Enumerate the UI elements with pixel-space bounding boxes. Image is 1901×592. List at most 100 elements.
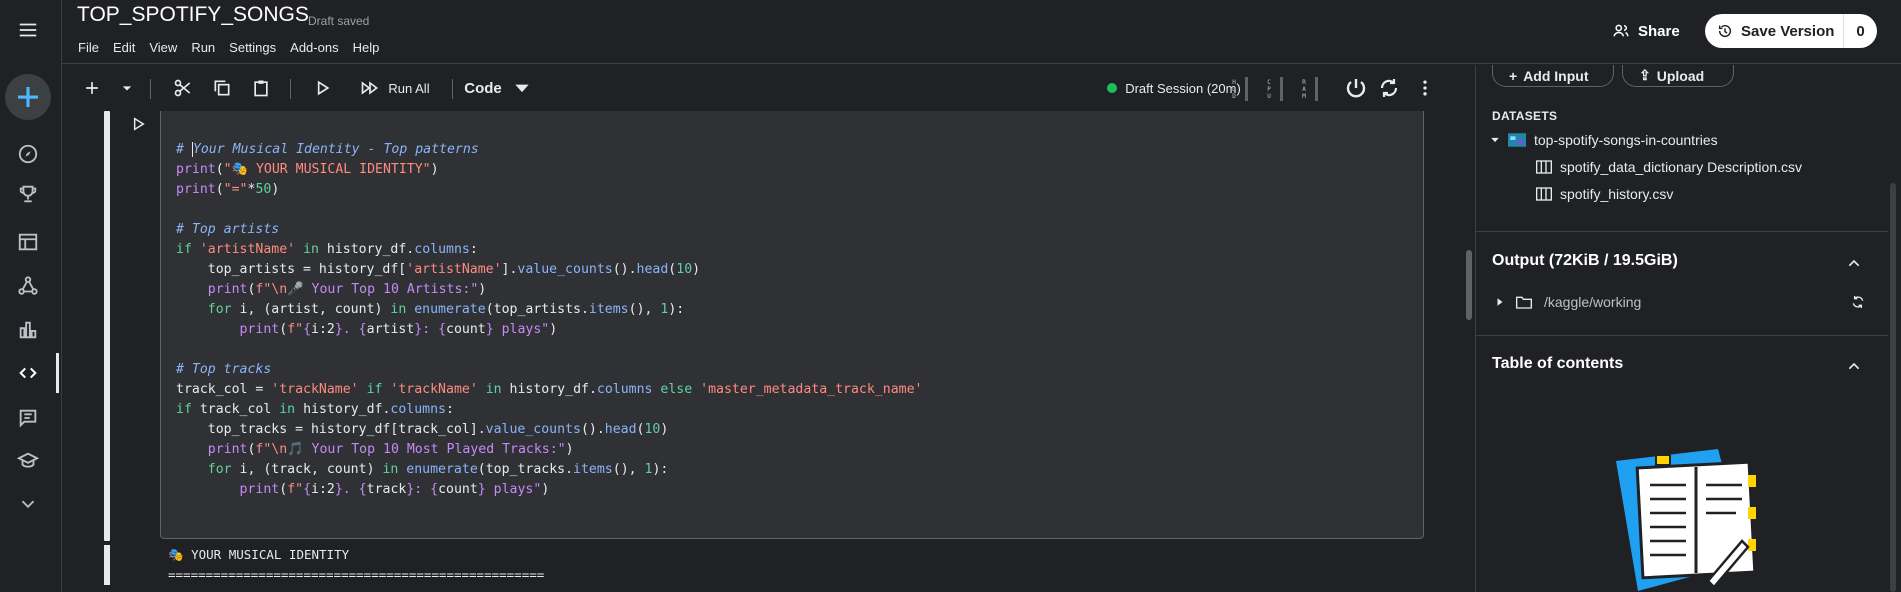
dataset-row[interactable]: top-spotify-songs-in-countries — [1490, 132, 1718, 148]
run-all-label: Run All — [388, 80, 430, 96]
divider — [1476, 335, 1888, 336]
bar-chart-icon[interactable] — [0, 310, 56, 350]
cpu-bar — [1280, 77, 1283, 101]
output-line: ========================================… — [168, 567, 545, 582]
menu-help[interactable]: Help — [353, 40, 380, 55]
upload-button[interactable]: ⇪ Upload — [1622, 65, 1734, 87]
compass-icon[interactable] — [0, 134, 56, 174]
caret-right-icon — [1497, 298, 1503, 306]
code-line: if 'artistName' in history_df.columns: — [176, 242, 478, 257]
cpu-meter[interactable]: CPU — [1262, 77, 1276, 101]
file-row[interactable]: spotify_data_dictionary Description.csv — [1536, 159, 1802, 175]
menu-bar: File Edit View Run Settings Add-ons Help — [78, 40, 379, 55]
refresh-icon[interactable] — [1850, 294, 1866, 310]
hdd-bar — [1245, 77, 1248, 101]
menu-add-ons[interactable]: Add-ons — [290, 40, 338, 55]
folder-icon — [1516, 296, 1532, 309]
menu-settings[interactable]: Settings — [229, 40, 276, 55]
menu-file[interactable]: File — [78, 40, 99, 55]
notebook-toolbar: Run All Code Draft Session (20m) HDD CPU… — [62, 65, 1475, 111]
discussion-icon[interactable] — [0, 398, 56, 438]
people-icon — [1613, 24, 1629, 37]
divider — [1476, 231, 1888, 232]
upload-label: Upload — [1656, 68, 1705, 84]
code-line: if track_col in history_df.columns: — [176, 402, 454, 417]
file-name: spotify_history.csv — [1560, 186, 1674, 202]
code-line: print(f"\n🎤 Your Top 10 Artists:") — [207, 282, 487, 297]
session-status[interactable]: Draft Session (20m) — [1074, 65, 1274, 111]
run-cell-icon[interactable] — [302, 65, 342, 111]
chevron-up-icon[interactable] — [1846, 255, 1862, 271]
menu-run[interactable]: Run — [191, 40, 215, 55]
more-vert-icon[interactable] — [1410, 65, 1440, 111]
version-count[interactable]: 0 — [1843, 14, 1877, 48]
output-cell-marker — [104, 545, 110, 585]
code-line: top_artists = history_df['artistName'].v… — [176, 262, 701, 277]
add-input-button[interactable]: + Add Input — [1492, 65, 1614, 87]
save-version-button[interactable]: Save Version 0 — [1705, 14, 1877, 48]
restart-icon[interactable] — [1374, 65, 1404, 111]
cut-icon[interactable] — [163, 65, 203, 111]
menu-view[interactable]: View — [149, 40, 177, 55]
plus-icon: + — [1509, 68, 1518, 84]
chevron-down-icon[interactable] — [0, 484, 56, 524]
table-icon[interactable] — [0, 222, 56, 262]
add-cell-icon[interactable] — [72, 65, 112, 111]
header: TOP_SPOTIFY_SONGS Draft saved File Edit … — [62, 0, 1901, 64]
caret-down-icon[interactable] — [110, 65, 144, 111]
session-label: Draft Session (20m) — [1125, 80, 1241, 96]
datasets-heading: DATASETS — [1492, 109, 1558, 123]
separator — [290, 79, 291, 99]
caret-down-icon — [1491, 137, 1499, 143]
file-name: spotify_data_dictionary Description.csv — [1560, 159, 1803, 175]
separator — [452, 79, 453, 99]
separator — [150, 79, 151, 99]
code-line: print(f"\n🎵 Your Top 10 Most Played Trac… — [207, 442, 574, 457]
cell-type-select[interactable]: Code — [463, 65, 533, 111]
code-line: for i, (track, count) in enumerate(top_t… — [207, 462, 669, 477]
run-cell-icon[interactable] — [130, 116, 146, 137]
left-rail — [0, 0, 62, 592]
cell-type-label: Code — [464, 79, 502, 97]
learn-icon[interactable] — [0, 441, 56, 481]
code-icon[interactable] — [0, 353, 56, 393]
notebook-illustration-icon — [1616, 449, 1757, 591]
share-label: Share — [1638, 22, 1680, 40]
code-line: print(f"{i:2}. {artist}: {count} plays") — [239, 322, 558, 337]
output-path: /kaggle/working — [1544, 294, 1642, 310]
trophy-icon[interactable] — [0, 174, 56, 214]
paste-icon[interactable] — [241, 65, 281, 111]
share-button[interactable]: Share — [1602, 15, 1690, 47]
notebook-scrollbar[interactable] — [1466, 250, 1472, 320]
app: TOP_SPOTIFY_SONGS Draft saved File Edit … — [0, 0, 1901, 592]
chevron-up-icon[interactable] — [1846, 358, 1862, 374]
power-icon[interactable] — [1341, 65, 1371, 111]
output-folder-row[interactable]: /kaggle/working — [1496, 294, 1641, 310]
fast-forward-icon — [362, 81, 379, 95]
plus-icon — [18, 87, 38, 107]
dataset-thumbnail-icon — [1508, 133, 1526, 147]
toc-heading[interactable]: Table of contents — [1492, 355, 1623, 373]
hamburger-menu-icon[interactable] — [0, 10, 56, 50]
status-dot — [1107, 83, 1118, 93]
menu-edit[interactable]: Edit — [113, 40, 135, 55]
upload-icon: ⇪ — [1639, 67, 1651, 83]
copy-icon[interactable] — [202, 65, 242, 111]
ram-meter[interactable]: RAM — [1297, 77, 1311, 101]
meter-letters: RAM — [1300, 78, 1308, 100]
panel-scrollbar[interactable] — [1890, 183, 1896, 592]
save-version-label: Save Version — [1741, 22, 1835, 40]
run-all-button[interactable]: Run All — [345, 65, 445, 111]
create-button[interactable] — [5, 74, 51, 120]
code-line: print("🎭 YOUR MUSICAL IDENTITY") — [176, 162, 439, 177]
code-content[interactable]: # Your Musical Identity - Top patterns pr… — [176, 140, 922, 500]
models-icon[interactable] — [0, 266, 56, 306]
output-heading[interactable]: Output (72KiB / 19.5GiB) — [1492, 252, 1678, 270]
code-line: print("="*50) — [176, 182, 280, 197]
hdd-meter[interactable]: HDD — [1227, 77, 1241, 101]
file-row[interactable]: spotify_history.csv — [1536, 186, 1673, 202]
notebook-title[interactable]: TOP_SPOTIFY_SONGS — [77, 3, 309, 27]
right-panel: + Add Input ⇪ Upload DATASETS top-spotif… — [1475, 65, 1901, 592]
code-line: track_col = 'trackName' if 'trackName' i… — [176, 382, 923, 397]
code-line: print(f"{i:2}. {track}: {count} plays") — [239, 482, 550, 497]
